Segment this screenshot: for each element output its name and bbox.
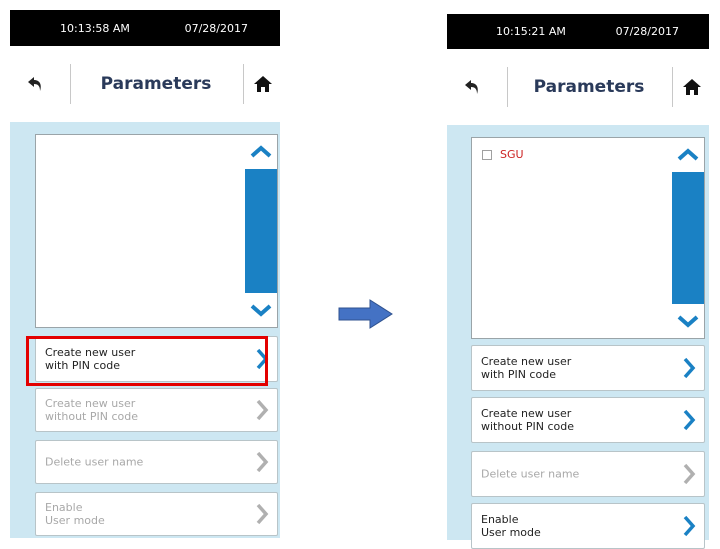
header-divider (243, 64, 244, 104)
back-button[interactable] (455, 69, 491, 105)
chevron-right-icon (256, 348, 269, 370)
chevron-down-icon (677, 315, 699, 328)
page-title: Parameters (533, 77, 645, 97)
status-time: 10:15:21 AM (496, 25, 566, 38)
chevron-down-icon (250, 304, 272, 317)
chevron-right-icon (683, 515, 696, 537)
user-list[interactable]: SGU (471, 137, 705, 339)
button-label: Delete user name (481, 467, 580, 481)
content-panel: Create new user with PIN code Create new… (10, 122, 280, 538)
chevron-up-icon (677, 148, 699, 161)
create-user-with-pin-button[interactable]: Create new user with PIN code (35, 336, 278, 382)
list-item-label: SGU (500, 148, 524, 161)
delete-user-name-button[interactable]: Delete user name (471, 451, 705, 497)
chevron-right-icon (683, 357, 696, 379)
button-label: Create new user with PIN code (45, 346, 136, 372)
enable-user-mode-button[interactable]: Enable User mode (35, 492, 278, 536)
scroll-up-button[interactable] (672, 138, 704, 172)
status-bar: 10:13:58 AM 07/28/2017 (10, 10, 280, 46)
header-divider (507, 67, 508, 107)
home-button[interactable] (677, 72, 707, 102)
chevron-right-icon (683, 409, 696, 431)
back-arrow-icon (465, 80, 478, 94)
user-list[interactable] (35, 134, 278, 328)
button-label: Enable User mode (481, 513, 541, 539)
delete-user-name-button[interactable]: Delete user name (35, 440, 278, 484)
screen-after: 10:15:21 AM 07/28/2017 Parameters SGU Cr… (447, 14, 709, 549)
home-icon (254, 76, 272, 92)
right-arrow-icon (338, 299, 393, 329)
status-date: 07/28/2017 (184, 21, 248, 35)
home-icon (683, 79, 701, 95)
scroll-down-button[interactable] (672, 304, 704, 338)
chevron-right-icon (256, 399, 269, 421)
back-arrow-icon (28, 77, 41, 91)
button-label: Delete user name (45, 455, 144, 469)
content-panel: SGU Create new user with PIN code Create… (447, 125, 709, 549)
status-bar: 10:15:21 AM 07/28/2017 (447, 14, 709, 49)
chevron-right-icon (683, 463, 696, 485)
list-scrollbar[interactable] (245, 135, 277, 327)
header: Parameters (10, 46, 280, 122)
create-user-without-pin-button[interactable]: Create new user without PIN code (471, 397, 705, 443)
header-divider (672, 67, 673, 107)
button-label: Create new user with PIN code (481, 355, 572, 381)
checkbox[interactable] (482, 149, 492, 160)
header: Parameters (447, 49, 709, 125)
home-button[interactable] (248, 69, 278, 99)
chevron-up-icon (250, 145, 272, 158)
chevron-right-icon (256, 451, 269, 473)
list-scrollbar[interactable] (672, 138, 704, 338)
scroll-up-button[interactable] (245, 135, 277, 169)
page-title: Parameters (100, 74, 212, 94)
list-item[interactable]: SGU (482, 148, 524, 161)
button-label: Create new user without PIN code (45, 397, 138, 423)
scroll-track[interactable] (672, 172, 704, 304)
back-button[interactable] (18, 66, 54, 102)
status-date: 07/28/2017 (615, 25, 679, 38)
scroll-track[interactable] (245, 169, 277, 293)
create-user-without-pin-button[interactable]: Create new user without PIN code (35, 388, 278, 432)
status-time: 10:13:58 AM (60, 21, 130, 35)
button-label: Create new user without PIN code (481, 407, 574, 433)
create-user-with-pin-button[interactable]: Create new user with PIN code (471, 345, 705, 391)
button-label: Enable User mode (45, 501, 105, 527)
scroll-down-button[interactable] (245, 293, 277, 327)
screen-before: 10:13:58 AM 07/28/2017 Parameters Create… (10, 10, 280, 538)
enable-user-mode-button[interactable]: Enable User mode (471, 503, 705, 549)
header-divider (70, 64, 71, 104)
chevron-right-icon (256, 503, 269, 525)
